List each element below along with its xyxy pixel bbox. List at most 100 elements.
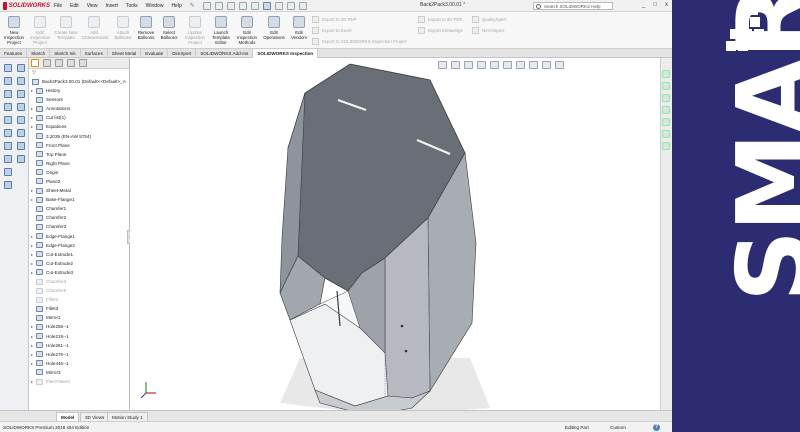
tab-motion-study-1[interactable]: Motion Study 1 [107,412,148,421]
expand-arrow-icon[interactable]: ▸ [29,334,35,339]
create-new-template-button[interactable]: Create New Template [54,16,78,40]
pin-menu-icon[interactable]: ✎ [190,2,195,9]
tool-icon[interactable] [4,181,12,189]
tree-item[interactable]: Chamfer1 [29,204,129,213]
attach-balloons-button[interactable]: Attach Balloons [111,16,135,40]
tool-icon[interactable] [4,90,12,98]
tab-sheet-metal[interactable]: Sheet Metal [108,49,142,58]
tool-icon[interactable] [4,155,12,163]
menu-help[interactable]: Help [167,3,185,9]
net-inspect-button[interactable]: Net-Inspect [472,27,504,34]
tree-item[interactable]: ▸ Cut-Extrude3 [29,268,129,277]
tool-icon[interactable] [17,155,25,163]
tree-item[interactable]: Plane2 [29,177,129,186]
expand-arrow-icon[interactable]: ▸ [29,197,35,202]
menu-window[interactable]: Window [142,3,168,9]
tool-icon[interactable] [17,64,25,72]
minimize-button[interactable]: _ [642,2,645,8]
tree-item[interactable]: ▸ Sheet-Metal [29,186,129,195]
tree-item[interactable]: ▸ History [29,86,129,95]
tree-filter[interactable]: ▽ [29,69,129,77]
expand-arrow-icon[interactable]: ▸ [29,324,35,329]
tree-item[interactable]: Top Plane [29,150,129,159]
tree-item[interactable]: ▸ Hole276--1 [29,350,129,359]
open-icon[interactable] [214,1,223,10]
tree-item[interactable]: ▸ Cut-Extrude1 [29,250,129,259]
dimxpert-manager-tab-icon[interactable] [67,59,75,67]
tree-item[interactable]: Front Plane [29,141,129,150]
tree-item[interactable]: ▸ Hole261--1 [29,341,129,350]
export-inspection-project-button[interactable]: Export to SOLIDWORKS Inspection Project [312,38,407,45]
menu-file[interactable]: File [50,3,66,9]
search-help-input[interactable]: Search SOLIDWORKS Help [533,2,613,10]
expand-arrow-icon[interactable]: ▸ [29,270,35,275]
custom-properties-icon[interactable] [662,130,670,138]
edit-vendors-button[interactable]: Edit Vendors [287,16,311,40]
tool-icon[interactable] [4,142,12,150]
expand-arrow-icon[interactable]: ▸ [29,261,35,266]
tree-item[interactable]: Fillet3 [29,304,129,313]
help-icon[interactable]: ? [653,424,660,431]
expand-arrow-icon[interactable]: ▸ [29,106,35,111]
expand-arrow-icon[interactable]: ▸ [29,379,35,384]
configuration-manager-tab-icon[interactable] [55,59,63,67]
edit-inspection-project-button[interactable]: Edit Inspection Project [28,16,52,45]
tree-item[interactable]: ▸ Cut list(1) [29,113,129,122]
tab-evaluate[interactable]: Evaluate [141,49,169,58]
tool-icon[interactable] [17,129,25,137]
tool-icon[interactable] [17,116,25,124]
print-icon[interactable] [238,1,247,10]
graphics-area[interactable] [130,58,660,410]
tab-sketch-ink[interactable]: Sketch Ink [50,49,81,58]
maximize-button[interactable]: □ [653,2,657,8]
tab-sketch[interactable]: Sketch [27,49,51,58]
menu-edit[interactable]: Edit [66,3,83,9]
tool-icon[interactable] [17,90,25,98]
expand-arrow-icon[interactable]: ▸ [29,88,35,93]
edit-inspection-methods-button[interactable]: Edit Inspection Methods [235,16,259,45]
new-doc-icon[interactable] [202,1,211,10]
tab-model[interactable]: Model [56,412,80,421]
expand-arrow-icon[interactable]: ▸ [29,252,35,257]
tree-item[interactable]: ▸ Flat-Pattern [29,377,129,386]
file-explorer-icon[interactable] [662,94,670,102]
rebuild-icon[interactable] [274,1,283,10]
file-properties-icon[interactable] [286,1,295,10]
undo-icon[interactable] [250,1,259,10]
tree-item[interactable]: Mirror3 [29,368,129,377]
launch-template-editor-button[interactable]: Launch Template Editor [209,16,233,45]
tree-item[interactable]: ▸ Base-Flange1 [29,195,129,204]
property-manager-tab-icon[interactable] [43,59,51,67]
tree-item[interactable]: ▸ Edge-Flange2 [29,241,129,250]
edit-operations-button[interactable]: Edit Operations [262,16,286,40]
tab-dimxpert[interactable]: DimXpert [168,49,197,58]
tree-item[interactable]: Chamfer5 [29,286,129,295]
tree-item[interactable]: Chamfer4 [29,277,129,286]
tree-item[interactable]: Chamfer3 [29,222,129,231]
export-edrawings-button[interactable]: Export eDrawings [418,27,463,34]
expand-arrow-icon[interactable]: ▸ [29,343,35,348]
tree-item[interactable]: ▸ Equations [29,122,129,131]
close-button[interactable]: x [665,2,668,8]
remove-balloons-button[interactable]: Remove Balloons [134,16,158,40]
export-3d-pdf-button[interactable]: Export to 3D PDF [418,16,462,23]
tab-surfaces[interactable]: Surfaces [81,49,108,58]
tool-icon[interactable] [4,77,12,85]
tab-solidworks-inspection[interactable]: SOLIDWORKS Inspection [253,49,319,58]
feature-tree-root[interactable]: Back2Pack3.00.01 (Default<<Default>_A [29,77,129,86]
tree-item[interactable]: ▸ Annotations [29,104,129,113]
tree-item[interactable]: Origin [29,168,129,177]
sheet-metal-part-model[interactable] [130,58,660,410]
tree-item[interactable]: ▸ Edge-Flange1 [29,232,129,241]
solidworks-resources-icon[interactable] [662,70,670,78]
menu-tools[interactable]: Tools [122,3,142,9]
solidworks-logo[interactable]: SOLIDWORKS [0,0,50,12]
tree-item[interactable]: Chamfer2 [29,213,129,222]
tree-item[interactable]: ▸ Cut-Extrude2 [29,259,129,268]
options-icon[interactable] [298,1,307,10]
tree-item[interactable]: ▸ Hole218--1 [29,332,129,341]
tool-icon[interactable] [4,116,12,124]
tree-item[interactable]: Fillet2 [29,295,129,304]
tool-icon[interactable] [4,168,12,176]
tab-3d-views[interactable]: 3D Views [80,412,110,421]
